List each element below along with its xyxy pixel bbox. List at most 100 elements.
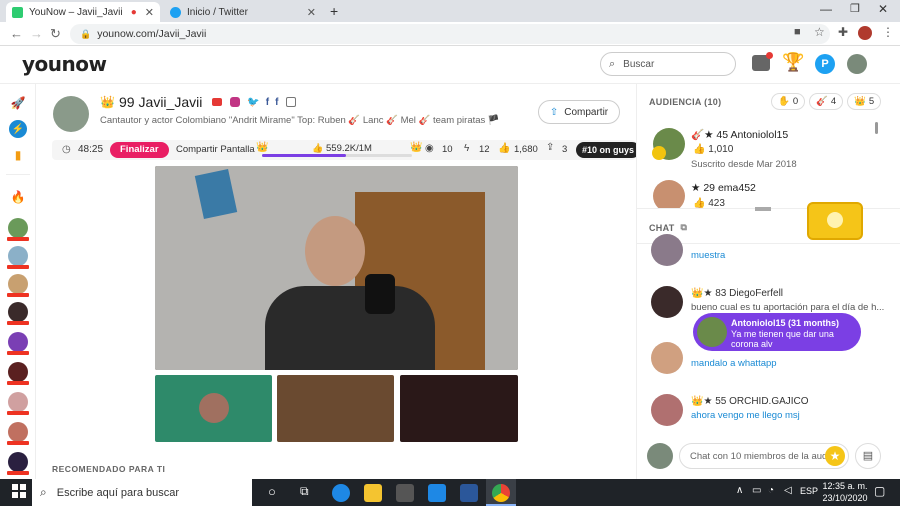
rocket-icon[interactable]: 🚀 — [9, 94, 27, 112]
share-screen-button[interactable]: Compartir Pantalla — [176, 144, 255, 155]
tab-title: YouNow – Javii_Javii — [29, 6, 123, 18]
edge-icon[interactable] — [332, 484, 350, 502]
user-avatar[interactable] — [847, 54, 867, 74]
gift-icon[interactable]: ▤ — [855, 443, 881, 469]
guest-tile[interactable] — [277, 375, 394, 442]
chat-text: muestra — [691, 250, 726, 261]
bookmark-star-icon[interactable]: ☆ — [814, 25, 825, 39]
streamer-name[interactable]: Javii_Javii — [139, 94, 203, 110]
tab-younow[interactable]: YouNow – Javii_Javii ● ✕ — [6, 2, 160, 22]
volume-icon[interactable]: ◁ — [784, 485, 792, 496]
share-icon: ⇧ — [549, 106, 559, 118]
broadcaster-avatar[interactable] — [7, 302, 29, 325]
youtube-icon[interactable] — [212, 98, 223, 106]
windows-start-icon[interactable] — [12, 484, 26, 498]
guest-tile[interactable] — [400, 375, 518, 442]
broadcaster-avatar[interactable] — [7, 246, 29, 269]
mail-icon[interactable] — [428, 484, 446, 502]
battery-icon[interactable]: ▭ — [752, 485, 761, 496]
broadcaster-avatar[interactable] — [7, 422, 29, 445]
broadcaster-avatar[interactable] — [7, 218, 29, 241]
audience-filter-gifts[interactable]: ✋ 0 — [771, 93, 806, 110]
chrome-taskbar-item[interactable] — [486, 479, 516, 506]
camera-icon[interactable]: ■ — [794, 26, 801, 38]
extensions-icon[interactable]: ✚ — [838, 25, 848, 39]
broadcaster-avatar[interactable] — [7, 362, 29, 385]
search-input[interactable]: ⌕ Buscar — [600, 52, 736, 76]
audience-scrollbar[interactable] — [875, 122, 878, 134]
chat-message[interactable]: muestra — [651, 234, 891, 270]
new-tab-button[interactable]: + — [330, 3, 338, 19]
audience-filter-guitar[interactable]: 🎸 4 — [809, 93, 844, 110]
twitter-favicon — [170, 6, 181, 18]
word-icon[interactable] — [460, 484, 478, 502]
crown-icon: 👑 — [100, 95, 115, 109]
taskbar-search[interactable]: ⌕ Escribe aquí para buscar — [32, 479, 252, 506]
audience-member[interactable]: 🎸★ 45 Antoniolol15 👍 1,010 Suscrito desd… — [649, 124, 879, 170]
maximize-button[interactable]: ❐ — [850, 2, 860, 15]
rank-badge[interactable]: #10 on guys — [576, 142, 641, 158]
link-icon[interactable] — [286, 97, 297, 107]
chat-input[interactable]: Chat con 10 miembros de la audie — [679, 443, 849, 469]
streamer-avatar[interactable] — [53, 96, 89, 132]
star-icon[interactable]: ★ — [825, 446, 845, 466]
broadcaster-avatar[interactable] — [7, 452, 29, 475]
taskbar-time[interactable]: 12:35 a. m. — [822, 481, 868, 491]
popout-icon[interactable]: ⧉ — [681, 222, 688, 233]
file-explorer-icon[interactable] — [364, 484, 382, 502]
profile-avatar[interactable] — [858, 26, 872, 40]
trophy-icon[interactable]: 🏆 — [782, 52, 804, 73]
instagram-icon[interactable] — [230, 97, 241, 107]
audience-filter-crowns[interactable]: 👑 5 — [847, 93, 882, 110]
audience-count: 4 — [830, 96, 837, 107]
bolt-icon[interactable]: ⚡ — [9, 120, 27, 138]
likes-progress-fill — [262, 154, 346, 157]
fire-icon[interactable]: 🔥 — [9, 188, 27, 206]
chat-text: bueno cual es tu aportación para el día … — [691, 302, 885, 313]
twitter-icon[interactable]: 🐦 — [247, 97, 259, 108]
broadcaster-avatar[interactable] — [7, 392, 29, 415]
chat-message[interactable]: 👑★ 55 ORCHID.GAJICO ahora vengo me llego… — [651, 394, 891, 430]
url-text: younow.com/Javii_Javii — [97, 28, 207, 40]
reload-icon[interactable]: ↻ — [50, 26, 61, 42]
taskbar-date[interactable]: 23/10/2020 — [822, 493, 868, 503]
resize-handle[interactable] — [755, 207, 771, 211]
tray-chevron-icon[interactable]: ∧ — [736, 485, 743, 496]
minimize-button[interactable]: — — [820, 2, 832, 16]
main-content: 👑 99 Javii_Javii 🐦 f f Cantautor y actor… — [36, 84, 641, 479]
tab-twitter[interactable]: Inicio / Twitter ✕ — [164, 2, 322, 22]
forward-icon[interactable]: → — [30, 26, 43, 41]
close-window-button[interactable]: ✕ — [878, 2, 888, 16]
task-view-icon[interactable]: ⧉ — [300, 484, 309, 499]
chat-avatar — [651, 342, 683, 374]
main-video[interactable] — [155, 166, 518, 370]
back-icon[interactable]: ← — [10, 26, 23, 41]
close-tab-icon[interactable]: ✕ — [307, 6, 316, 19]
windows-taskbar: ⌕ Escribe aquí para buscar ○ ⧉ ∧ ▭ ◔ ◁ E… — [0, 479, 900, 506]
site-header: younow ⌕ Buscar 🏆 P — [0, 46, 900, 84]
url-bar[interactable]: 🔒 younow.com/Javii_Javii — [70, 24, 830, 44]
search-placeholder: Buscar — [623, 58, 655, 70]
broadcaster-avatar[interactable] — [7, 274, 29, 297]
guest-tile[interactable] — [155, 375, 272, 442]
chart-icon[interactable]: ▮ — [9, 146, 27, 164]
broadcaster-avatar[interactable] — [7, 332, 29, 355]
menu-icon[interactable]: ⋮ — [882, 25, 894, 39]
notifications-icon[interactable]: ▢ — [874, 484, 885, 498]
left-sidebar: 🚀 ⚡ ▮ 🔥 — [0, 84, 36, 479]
end-stream-button[interactable]: Finalizar — [110, 142, 169, 158]
viewers-icon: ◉ — [425, 143, 434, 154]
thumb-icon: 👍 — [693, 144, 706, 155]
chat-title: CHAT — [649, 222, 675, 233]
language-indicator[interactable]: ESP — [800, 486, 818, 496]
subscription-popup[interactable]: Antoniolol15 (31 months) Ya me tienen qu… — [693, 313, 861, 351]
store-icon[interactable] — [396, 484, 414, 502]
facebook-icon[interactable]: f — [275, 97, 278, 108]
coins-icon[interactable]: P — [815, 54, 835, 74]
younow-logo[interactable]: younow — [22, 52, 107, 76]
network-icon[interactable]: ◔ — [768, 485, 774, 496]
close-tab-icon[interactable]: ✕ — [145, 6, 154, 19]
facebook-icon[interactable]: f — [266, 97, 269, 108]
share-button[interactable]: ⇧ Compartir — [538, 100, 620, 124]
cortana-icon[interactable]: ○ — [268, 484, 276, 499]
